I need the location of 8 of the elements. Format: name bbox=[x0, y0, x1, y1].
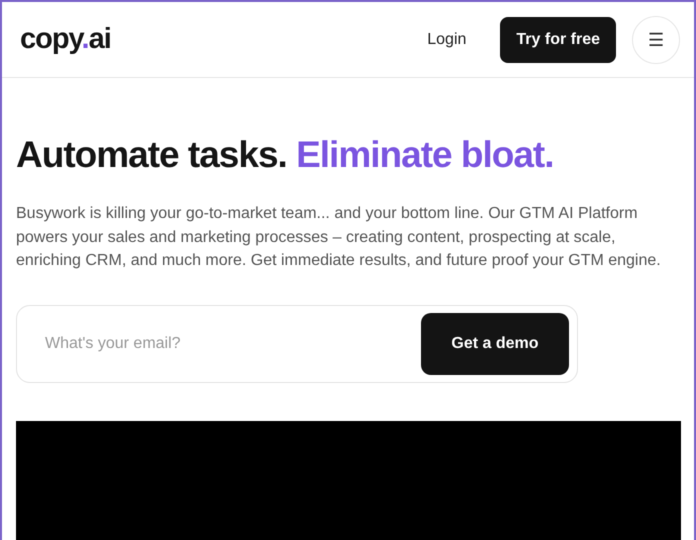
logo[interactable]: copy.ai bbox=[20, 23, 111, 56]
try-for-free-button[interactable]: Try for free bbox=[500, 16, 616, 62]
email-field[interactable]: What's your email? bbox=[43, 334, 347, 354]
get-a-demo-button[interactable]: Get a demo bbox=[421, 312, 569, 374]
login-link[interactable]: Login bbox=[427, 30, 466, 48]
description: Busywork is killing your go-to-market team... and your bottom line. Our GTM AI Platform powers your sales and marketing processes – creating content, prospecting at scale, enriching CRM, and much more. Get immediate results, and future proof your GTM engine. bbox=[16, 204, 662, 271]
headline: Automate tasks. Eliminate bloat. bbox=[16, 134, 555, 176]
menu-button[interactable]: ☰ bbox=[632, 16, 680, 64]
